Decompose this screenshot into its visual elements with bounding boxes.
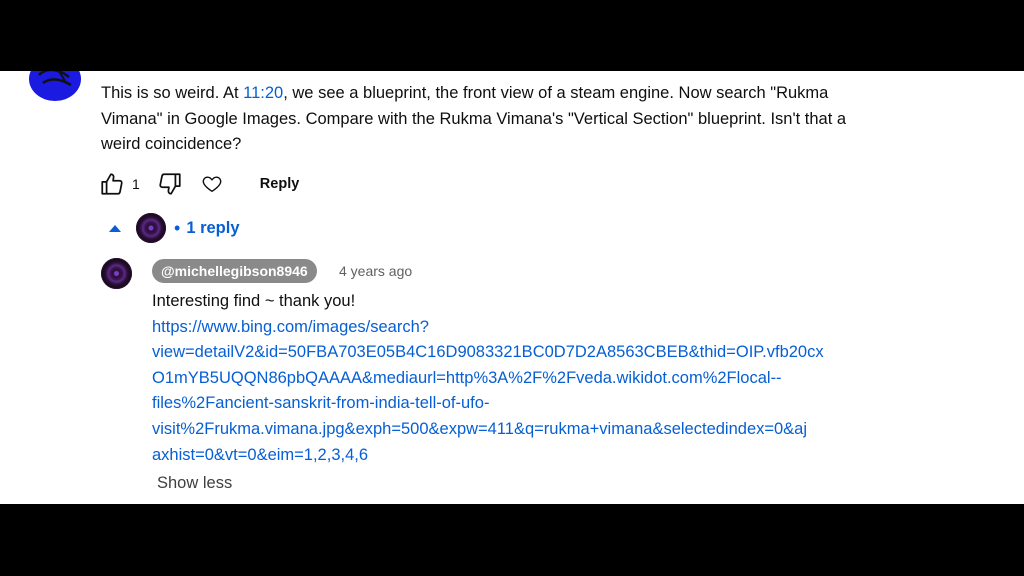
commenter-avatar[interactable] xyxy=(29,71,81,101)
reply-button[interactable]: Reply xyxy=(260,176,300,192)
reply-body: Interesting find ~ thank you! https://ww… xyxy=(152,289,872,468)
comment-actions: 1 Reply xyxy=(98,171,299,197)
reply-url-line[interactable]: visit%2Frukma.vimana.jpg&exph=500&expw=4… xyxy=(152,417,872,443)
letterbox-top xyxy=(0,0,1024,71)
heart-button[interactable] xyxy=(198,170,226,198)
like-count: 1 xyxy=(132,176,140,192)
separator-dot: • xyxy=(174,217,181,238)
comment-body: This is so weird. At 11:20, we see a blu… xyxy=(101,81,861,158)
reply-timestamp[interactable]: 4 years ago xyxy=(339,263,412,279)
like-button[interactable] xyxy=(98,170,126,198)
heart-icon xyxy=(202,176,222,193)
thumbs-down-icon xyxy=(159,173,181,195)
timestamp-link[interactable]: 11:20 xyxy=(243,84,283,102)
reply-count-label[interactable]: 1 reply xyxy=(186,219,239,238)
caret-up-icon xyxy=(109,225,121,232)
reply-url-line[interactable]: axhist=0&vt=0&eim=1,2,3,4,6 xyxy=(152,443,872,469)
reply-url-line[interactable]: O1mYB5UQQN86pbQAAAA&mediaurl=http%3A%2F%… xyxy=(152,366,872,392)
reply-text: Interesting find ~ thank you! xyxy=(152,292,356,310)
reply-author-name[interactable]: @michellegibson8946 xyxy=(152,259,317,283)
reply-url-line[interactable]: files%2Fancient-sanskrit-from-india-tell… xyxy=(152,391,872,417)
dislike-button[interactable] xyxy=(156,170,184,198)
show-less-button[interactable]: Show less xyxy=(157,474,232,493)
comment-text-before: This is so weird. At xyxy=(101,84,244,102)
reply-url-line[interactable]: view=detailV2&id=50FBA703E05B4C16D908332… xyxy=(152,340,872,366)
letterbox-bottom xyxy=(0,504,1024,576)
replies-toggle[interactable]: • 1 reply xyxy=(108,213,240,243)
comment-thread: This is so weird. At 11:20, we see a blu… xyxy=(0,71,1024,504)
thumbs-up-icon xyxy=(101,173,123,195)
reply-url-line[interactable]: https://www.bing.com/images/search? xyxy=(152,315,872,341)
reply-author-avatar[interactable] xyxy=(101,258,132,289)
avatar-drawing xyxy=(38,71,72,87)
reply-author-mini-avatar xyxy=(136,213,166,243)
